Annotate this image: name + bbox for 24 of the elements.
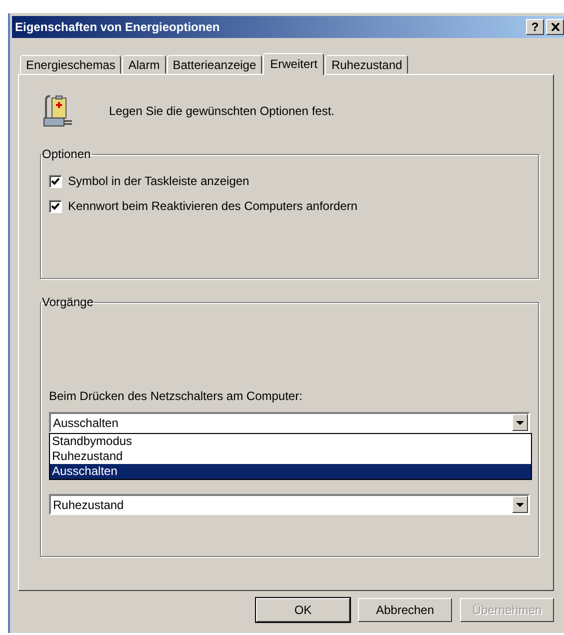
tab[interactable]: Energieschemas (20, 55, 122, 74)
help-button[interactable]: ? (526, 19, 544, 35)
tab[interactable]: Batterieanzeige (166, 55, 262, 74)
dropdown-option[interactable]: Ausschalten (50, 464, 531, 479)
dialog-button[interactable]: OK (256, 598, 350, 622)
checkbox[interactable] (49, 200, 62, 212)
close-icon (550, 23, 560, 31)
tab[interactable]: Ruhezustand (325, 55, 408, 74)
checkbox[interactable] (49, 174, 62, 188)
group-title: Vorgänge (41, 295, 94, 309)
tab[interactable]: Erweitert (263, 53, 324, 75)
close-button[interactable] (546, 19, 564, 35)
checkbox-label: Kennwort beim Reaktivieren des Computers anfordern (68, 199, 358, 213)
dropdown[interactable]: Ruhezustand (49, 494, 530, 515)
dialog-button[interactable]: Abbrechen (358, 598, 452, 622)
group-title: Optionen (41, 147, 92, 161)
field-label: Beim Drücken des Netzschalters am Computer: (49, 389, 304, 403)
dropdown-option[interactable]: Standbymodus (50, 434, 531, 449)
window-title: Eigenschaften von Energieoptionen (15, 20, 221, 34)
power-button-dropdown[interactable]: Ausschalten (49, 412, 530, 433)
intro-text: Legen Sie die gewünschten Optionen fest. (109, 104, 334, 118)
checkbox-label: Symbol in der Taskleiste anzeigen (68, 174, 250, 188)
dropdown-option[interactable]: Ruhezustand (50, 449, 531, 464)
tab[interactable]: Alarm (122, 55, 166, 74)
